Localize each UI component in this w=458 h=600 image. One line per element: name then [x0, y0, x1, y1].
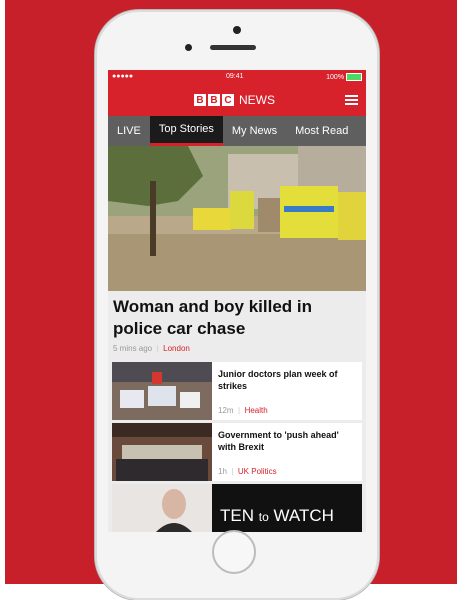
logo-letter: B [208, 94, 220, 106]
story-thumbnail [112, 362, 212, 420]
promo-text-ten: TEN [220, 506, 254, 525]
logo-letter: C [222, 94, 234, 106]
camera-icon [233, 26, 241, 34]
hero-image[interactable] [108, 146, 366, 291]
story-time: 12m [218, 406, 234, 415]
ten-to-watch-promo[interactable]: TEN to WATCH [112, 484, 362, 532]
story-card[interactable]: Junior doctors plan week of strikes 12m … [112, 362, 362, 420]
app-header: B B C NEWS [108, 84, 366, 116]
story-meta: 1h | UK Politics [218, 467, 277, 476]
promo-text-watch: WATCH [273, 506, 334, 525]
home-button[interactable] [212, 530, 256, 574]
story-thumbnail [112, 423, 212, 481]
signal-icon: ●●●●● [112, 73, 134, 80]
front-sensor [185, 44, 192, 51]
story-meta: 12m | Health [218, 406, 268, 415]
meta-divider: | [154, 344, 161, 353]
story-tag[interactable]: UK Politics [238, 467, 277, 476]
top-story-headline[interactable]: Woman and boy killed in police car chase [113, 296, 363, 340]
meta-divider: | [229, 467, 236, 476]
logo-letter: B [194, 94, 206, 106]
tab-most-read[interactable]: Most Read [286, 116, 357, 146]
battery-icon [346, 73, 362, 81]
promo-text: TEN to WATCH [220, 506, 334, 526]
story-tag[interactable]: Health [245, 406, 268, 415]
story-title: Junior doctors plan week of strikes [218, 369, 338, 391]
hamburger-menu-icon[interactable] [345, 95, 358, 105]
status-time: 09:41 [226, 73, 244, 80]
meta-divider: | [235, 406, 243, 415]
logo-suffix: NEWS [239, 93, 275, 107]
phone-screen: ●●●●● 09:41 100% B B C NEWS LIVE Top Sto… [108, 70, 366, 532]
top-story-meta: 5 mins ago | London [113, 344, 190, 353]
story-title: Government to 'push ahead' with Brexit [218, 430, 339, 452]
promo-text-to: to [258, 510, 269, 524]
bbc-news-logo[interactable]: B B C NEWS [194, 93, 275, 107]
section-tabs: LIVE Top Stories My News Most Read [108, 116, 366, 146]
battery-percent: 100% [326, 73, 345, 81]
tab-my-news[interactable]: My News [223, 116, 286, 146]
top-story-tag[interactable]: London [163, 344, 190, 353]
story-card[interactable]: Government to 'push ahead' with Brexit 1… [112, 423, 362, 481]
top-story-time: 5 mins ago [113, 344, 153, 353]
battery-status: 100% [326, 73, 362, 81]
tab-live[interactable]: LIVE [108, 116, 150, 146]
status-bar: ●●●●● 09:41 100% [108, 70, 366, 84]
earpiece-speaker [210, 45, 256, 50]
story-time: 1h [218, 467, 227, 476]
tab-top-stories[interactable]: Top Stories [149, 116, 223, 146]
promo-image [112, 484, 212, 532]
